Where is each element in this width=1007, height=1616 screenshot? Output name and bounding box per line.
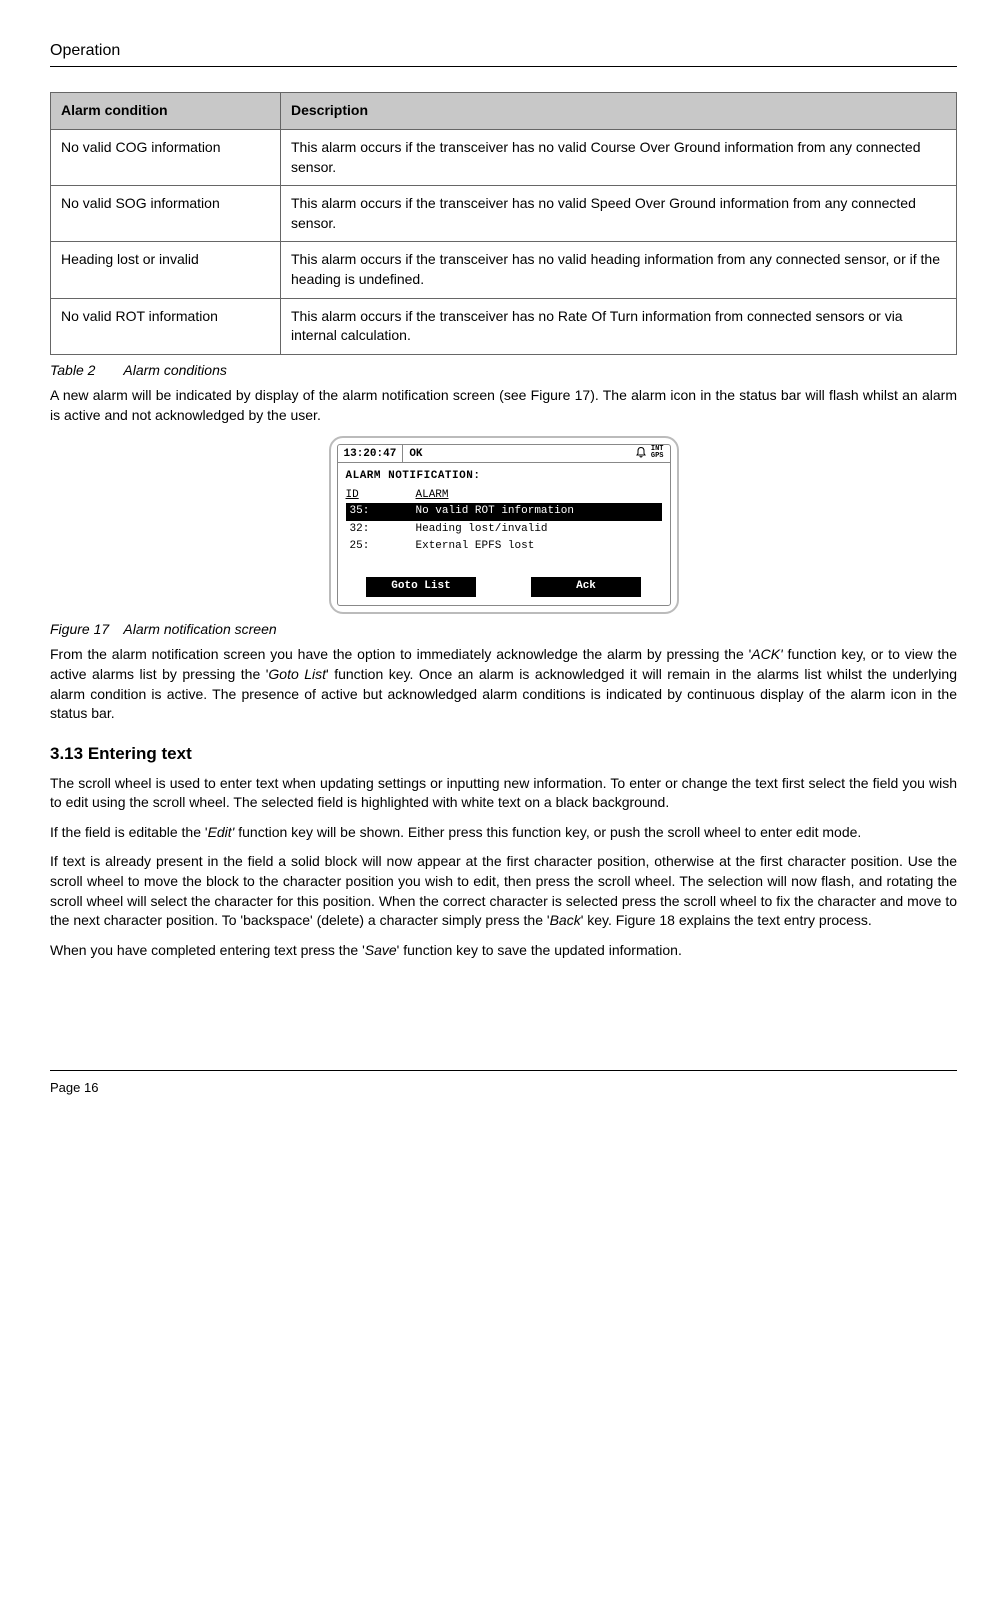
- alarm-text: Heading lost/invalid: [416, 522, 548, 537]
- figure-caption: Figure 17 Alarm notification screen: [50, 620, 957, 640]
- device-mockup: 13:20:47 OK INT GPS ALARM NOTIFICATION:: [329, 436, 679, 614]
- emphasis: Save: [365, 942, 397, 958]
- ack-button[interactable]: Ack: [531, 577, 641, 596]
- alarm-text: External EPFS lost: [416, 539, 535, 554]
- caption-label: Table 2: [50, 361, 120, 381]
- status-time: 13:20:47: [338, 445, 404, 462]
- figure-17: 13:20:47 OK INT GPS ALARM NOTIFICATION:: [50, 436, 957, 614]
- paragraph: A new alarm will be indicated by display…: [50, 386, 957, 425]
- alarm-conditions-table: Alarm condition Description No valid COG…: [50, 92, 957, 354]
- section-heading: 3.13 Entering text: [50, 742, 957, 766]
- table-row: No valid COG information This alarm occu…: [51, 129, 957, 185]
- emphasis: Goto List: [268, 666, 326, 682]
- alarm-text: No valid ROT information: [416, 504, 574, 519]
- goto-list-button[interactable]: Goto List: [366, 577, 476, 596]
- cell-description: This alarm occurs if the transceiver has…: [281, 298, 957, 354]
- paragraph: From the alarm notification screen you h…: [50, 645, 957, 723]
- status-bar: 13:20:47 OK INT GPS: [338, 445, 670, 463]
- status-text: OK: [403, 445, 629, 462]
- caption-text: Alarm notification screen: [123, 621, 276, 637]
- caption-label: Figure 17: [50, 620, 120, 640]
- text: From the alarm notification screen you h…: [50, 646, 751, 662]
- cell-description: This alarm occurs if the transceiver has…: [281, 129, 957, 185]
- col-id: ID: [346, 488, 416, 503]
- alarm-id: 32:: [350, 522, 416, 537]
- text: When you have completed entering text pr…: [50, 942, 365, 958]
- table-header-condition: Alarm condition: [51, 93, 281, 130]
- cell-condition: No valid ROT information: [51, 298, 281, 354]
- text: function key will be shown. Either press…: [234, 824, 861, 840]
- status-icons: INT GPS: [629, 445, 670, 462]
- section-title: Entering text: [88, 744, 192, 763]
- emphasis: Edit': [208, 824, 235, 840]
- page-footer: Page 16: [50, 1070, 957, 1097]
- table-header-description: Description: [281, 93, 957, 130]
- alarm-list: ID ALARM 35: No valid ROT information 32…: [344, 488, 664, 556]
- cell-condition: Heading lost or invalid: [51, 242, 281, 298]
- function-keys: Goto List Ack: [344, 577, 664, 596]
- alarm-row[interactable]: 32: Heading lost/invalid: [346, 521, 662, 538]
- page-header: Operation: [50, 40, 957, 67]
- screen-title: ALARM NOTIFICATION:: [346, 469, 664, 484]
- cell-condition: No valid COG information: [51, 129, 281, 185]
- table-caption: Table 2 Alarm conditions: [50, 361, 957, 381]
- gps-line2: GPS: [651, 453, 664, 460]
- alarm-id: 35:: [350, 504, 416, 519]
- cell-description: This alarm occurs if the transceiver has…: [281, 186, 957, 242]
- alarm-row[interactable]: 25: External EPFS lost: [346, 538, 662, 555]
- cell-condition: No valid SOG information: [51, 186, 281, 242]
- device-screen: 13:20:47 OK INT GPS ALARM NOTIFICATION:: [337, 444, 671, 606]
- col-alarm: ALARM: [416, 488, 449, 503]
- page-number: Page 16: [50, 1080, 98, 1095]
- alarm-id: 25:: [350, 539, 416, 554]
- table-row: Heading lost or invalid This alarm occur…: [51, 242, 957, 298]
- section-number: 3.13: [50, 744, 83, 763]
- alarm-list-header: ID ALARM: [344, 488, 664, 503]
- header-title: Operation: [50, 42, 120, 59]
- gps-indicator: INT GPS: [651, 446, 664, 460]
- text: ' key. Figure 18 explains the text entry…: [581, 912, 872, 928]
- table-row: No valid ROT information This alarm occu…: [51, 298, 957, 354]
- table-row: No valid SOG information This alarm occu…: [51, 186, 957, 242]
- alarm-bell-icon: [635, 446, 647, 461]
- caption-text: Alarm conditions: [123, 362, 227, 378]
- paragraph: If text is already present in the field …: [50, 852, 957, 930]
- emphasis: ACK': [751, 646, 782, 662]
- text: ' function key to save the updated infor…: [397, 942, 682, 958]
- paragraph: The scroll wheel is used to enter text w…: [50, 774, 957, 813]
- emphasis: Back: [550, 912, 581, 928]
- screen-body: ALARM NOTIFICATION: ID ALARM 35: No vali…: [338, 463, 670, 599]
- paragraph: If the field is editable the 'Edit' func…: [50, 823, 957, 843]
- text: If the field is editable the ': [50, 824, 208, 840]
- alarm-row-selected[interactable]: 35: No valid ROT information: [346, 503, 662, 520]
- cell-description: This alarm occurs if the transceiver has…: [281, 242, 957, 298]
- paragraph: When you have completed entering text pr…: [50, 941, 957, 961]
